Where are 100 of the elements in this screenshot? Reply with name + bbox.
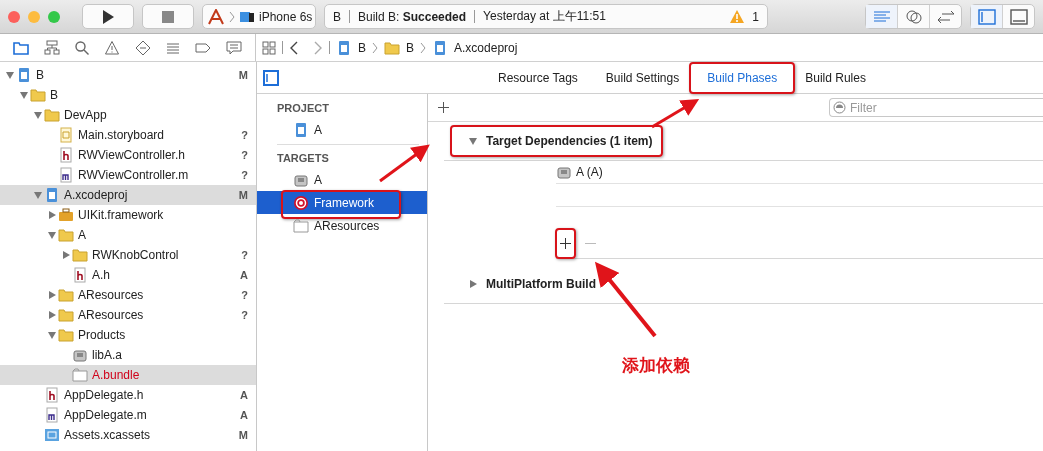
collapse-triangle-icon[interactable] — [32, 110, 44, 120]
warning-icon — [730, 10, 745, 23]
file-name: A.xcodeproj — [64, 188, 129, 202]
header-file-icon — [58, 147, 74, 163]
target-item[interactable]: Framework — [257, 191, 427, 214]
editor-tab[interactable]: Build Phases — [693, 70, 792, 85]
expand-triangle-icon[interactable] — [46, 210, 58, 220]
navigator-row[interactable]: Products — [0, 325, 256, 345]
target-name: AResources — [314, 218, 380, 233]
navigator-row[interactable]: libA.a — [0, 345, 256, 365]
navigator-row[interactable]: A.xcodeproj M — [0, 185, 256, 205]
navigator-row[interactable]: RWKnobControl ? — [0, 245, 256, 265]
path-item[interactable]: B — [406, 40, 415, 55]
overlapping-circles-icon[interactable] — [903, 8, 924, 25]
folder-icon — [58, 327, 74, 343]
warning-icon[interactable] — [104, 39, 121, 56]
filter-field[interactable]: Filter — [829, 98, 1043, 117]
scheme-selector[interactable]: iPhone 6s — [202, 4, 316, 29]
phase-header[interactable]: Target Dependencies (1 item) — [444, 122, 1043, 161]
collapse-triangle-icon[interactable] — [4, 70, 16, 80]
app-icon — [207, 8, 225, 25]
path-item[interactable]: B — [358, 40, 366, 55]
file-name: libA.a — [92, 348, 124, 362]
navigator-row[interactable]: B — [0, 85, 256, 105]
phase-title: MultiPlatform Build — [486, 277, 596, 291]
back-icon[interactable] — [289, 40, 299, 55]
collapse-triangle-icon[interactable] — [18, 90, 30, 100]
target-icon — [293, 194, 309, 211]
two-way-arrow-icon[interactable] — [935, 8, 956, 25]
status-label: ? — [241, 249, 248, 261]
target-item[interactable]: AResources — [257, 214, 427, 237]
sidebar-toggle-icon[interactable] — [263, 69, 279, 86]
warning-count: 1 — [752, 9, 759, 24]
file-name: A.h — [92, 268, 111, 282]
navigator-row[interactable]: RWViewController.h ? — [0, 145, 256, 165]
navigator-row[interactable]: AppDelegate.h A — [0, 385, 256, 405]
panel-toggle-button[interactable] — [971, 5, 1002, 28]
navigator-row[interactable]: A.h A — [0, 265, 256, 285]
navigator-row[interactable]: DevApp — [0, 105, 256, 125]
editor-mode-button[interactable] — [866, 5, 897, 28]
file-name: Products — [78, 328, 127, 342]
navigator-row[interactable]: RWViewController.m ? — [0, 165, 256, 185]
file-name: B — [50, 88, 59, 102]
phase-title: Target Dependencies (1 item) — [486, 134, 653, 148]
search-icon[interactable] — [73, 39, 90, 56]
run-button[interactable] — [82, 4, 134, 29]
collapse-triangle-icon[interactable] — [46, 230, 58, 240]
editor-tab[interactable]: Build Settings — [591, 70, 694, 85]
navigator-row[interactable]: B M — [0, 65, 256, 85]
navigator-row[interactable]: A — [0, 225, 256, 245]
navigator-row[interactable]: A.bundle — [0, 365, 256, 385]
lines-icon[interactable] — [871, 8, 892, 25]
file-name: A — [78, 228, 87, 242]
file-name: RWKnobControl — [92, 248, 180, 262]
status-label: ? — [241, 309, 248, 321]
target-name: A — [314, 122, 322, 137]
target-item[interactable]: A — [257, 168, 427, 191]
file-name: AppDelegate.h — [64, 388, 145, 402]
add-phase-button[interactable] — [436, 100, 451, 115]
forward-icon[interactable] — [313, 40, 323, 55]
target-name: A — [314, 172, 322, 187]
target-item[interactable]: A — [257, 118, 427, 141]
related-items-icon[interactable] — [262, 40, 276, 55]
left-panel-icon[interactable] — [976, 8, 997, 25]
project-file-icon — [293, 121, 309, 138]
bottom-panel-icon[interactable] — [1008, 8, 1029, 25]
expand-triangle-icon[interactable] — [46, 290, 58, 300]
toolbox-icon — [58, 207, 74, 223]
plus-icon — [560, 238, 571, 249]
navigator-row[interactable]: UIKit.framework — [0, 205, 256, 225]
editor-tab[interactable]: Resource Tags — [484, 70, 592, 85]
add-button[interactable] — [558, 236, 573, 251]
project-file-icon — [16, 67, 32, 83]
expand-triangle-icon — [468, 279, 478, 289]
folder-icon[interactable] — [13, 39, 30, 56]
expand-triangle-icon[interactable] — [46, 310, 58, 320]
diamond-icon[interactable] — [134, 39, 151, 56]
stop-button[interactable] — [142, 4, 194, 29]
navigator-row[interactable]: AResources ? — [0, 305, 256, 325]
status-label: A — [240, 389, 248, 401]
file-name: Assets.xcassets — [64, 428, 152, 442]
close-button[interactable] — [8, 10, 20, 23]
navigator-row[interactable]: AppDelegate.m A — [0, 405, 256, 425]
expand-triangle-icon[interactable] — [60, 250, 72, 260]
speech-bubble-icon[interactable] — [225, 39, 242, 56]
editor-tab[interactable]: Build Rules — [791, 70, 880, 85]
status-label: M — [238, 69, 248, 81]
hierarchy-icon[interactable] — [43, 39, 60, 56]
phase-header[interactable]: MultiPlatform Build — [444, 265, 1043, 304]
annotation-label: 添加依赖 — [622, 354, 690, 377]
file-name: Main.storyboard — [78, 128, 166, 142]
plus-icon — [438, 102, 449, 113]
collapse-triangle-icon[interactable] — [32, 190, 44, 200]
build-status: Build B: Succeeded — [358, 9, 467, 24]
navigator-row[interactable]: Main.storyboard ? — [0, 125, 256, 145]
navigator-row[interactable]: AResources ? — [0, 285, 256, 305]
path-item[interactable]: A.xcodeproj — [454, 40, 518, 55]
device-name: iPhone 6s — [259, 9, 313, 24]
collapse-triangle-icon[interactable] — [46, 330, 58, 340]
navigator-row[interactable]: Assets.xcassets M — [0, 425, 256, 445]
